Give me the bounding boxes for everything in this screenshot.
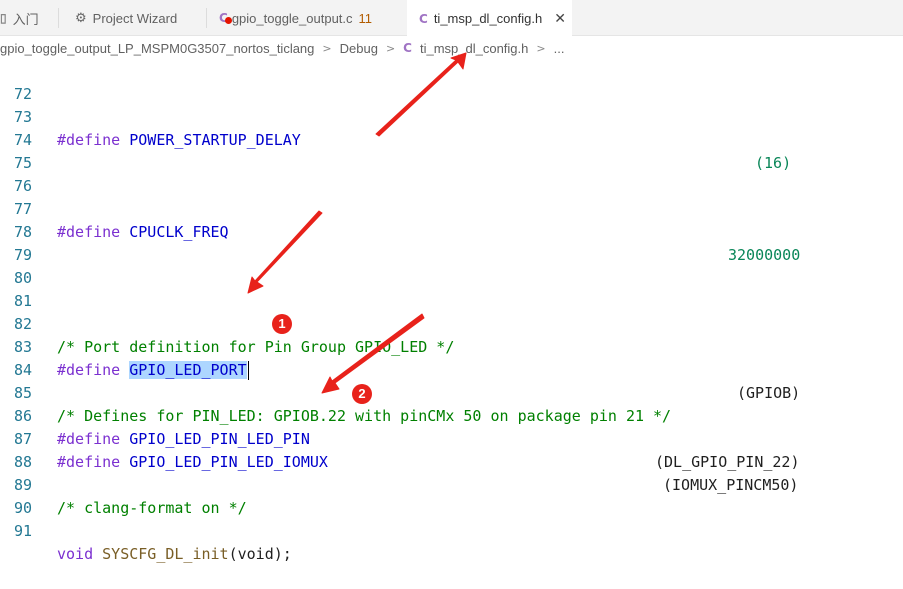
wizard-icon: ⚙ [75, 10, 87, 26]
code-line: 89 /* clang-format on */ [0, 451, 903, 517]
void-keyword: void [57, 545, 94, 563]
tab-getting-started[interactable]: ▯ 入门 [0, 0, 58, 36]
code-line: 77 #define CPUCLK_FREQ 32000000 [0, 175, 903, 264]
code-line: 91 void SYSCFG_DL_init(void); [0, 497, 903, 563]
c-file-error-icon: C [219, 11, 232, 25]
code-line: 80 [0, 244, 903, 287]
breadcrumb-folder[interactable]: Debug [340, 41, 378, 56]
c-file-icon: C [403, 41, 412, 55]
breadcrumb-file[interactable]: ti_msp_dl_config.h [420, 41, 528, 56]
code-line: 79 [0, 221, 903, 264]
code-line: 73 #define POWER_STARTUP_DELAY (16) [0, 83, 903, 172]
function-args: (void); [228, 545, 292, 563]
code-line: 75 [0, 129, 903, 172]
code-line: 72 [0, 60, 903, 103]
code-line: 86 #define GPIO_LED_PIN_LED_PIN (DL_GPIO… [0, 382, 903, 471]
tab-label: 入门 [12, 11, 39, 27]
annotation-badge-2: 2 [352, 384, 372, 404]
breadcrumb-more[interactable]: ... [554, 41, 565, 56]
code-line: 85 /* Defines for PIN_LED: GPIOB.22 with… [0, 359, 903, 425]
code-line: 87 #define GPIO_LED_PIN_LED_IOMUX (IOMUX… [0, 405, 903, 494]
chevron-right-icon: > [385, 41, 396, 55]
c-file-icon: C [419, 11, 428, 26]
code-line: 90 [0, 474, 903, 517]
code-line: 76 [0, 152, 903, 195]
code-line: 84 [0, 336, 903, 379]
getting-started-icon: ▯ [0, 11, 7, 25]
code-line: 81 [0, 267, 903, 310]
breadcrumb: gpio_toggle_output_LP_MSPM0G3507_nortos_… [0, 36, 903, 60]
code-line: 82 /* Port definition for Pin Group GPIO… [0, 290, 903, 356]
tab-gpio-toggle-output[interactable]: C gpio_toggle_output.c 11 [207, 0, 407, 36]
code-line: 74 [0, 106, 903, 149]
close-icon[interactable]: ✕ [554, 11, 566, 27]
tab-ti-msp-dl-config[interactable]: C ti_msp_dl_config.h ✕ [407, 0, 572, 37]
code-line: 88 [0, 428, 903, 471]
line-number: 91 [13, 522, 32, 540]
breadcrumb-project[interactable]: gpio_toggle_output_LP_MSPM0G3507_nortos_… [0, 41, 314, 56]
problem-count: 11 [358, 10, 373, 26]
code-editor[interactable]: 72 73 #define POWER_STARTUP_DELAY (16) 7… [0, 60, 903, 563]
tab-label: Project Wizard [92, 10, 178, 26]
annotation-badge-1: 1 [272, 314, 292, 334]
code-line: 83 #define GPIO_LED_PORT (GPIOB) [0, 313, 903, 402]
tab-label: gpio_toggle_output.c [231, 10, 353, 26]
editor-tab-bar: ▯ 入门 ⚙ Project Wizard C gpio_toggle_outp… [0, 0, 903, 37]
chevron-right-icon: > [536, 41, 546, 55]
code-line: 78 [0, 198, 903, 241]
function-name: SYSCFG_DL_init [102, 545, 229, 563]
tab-project-wizard[interactable]: ⚙ Project Wizard [59, 0, 206, 36]
tab-label: ti_msp_dl_config.h [433, 11, 543, 26]
chevron-right-icon: > [322, 41, 332, 55]
